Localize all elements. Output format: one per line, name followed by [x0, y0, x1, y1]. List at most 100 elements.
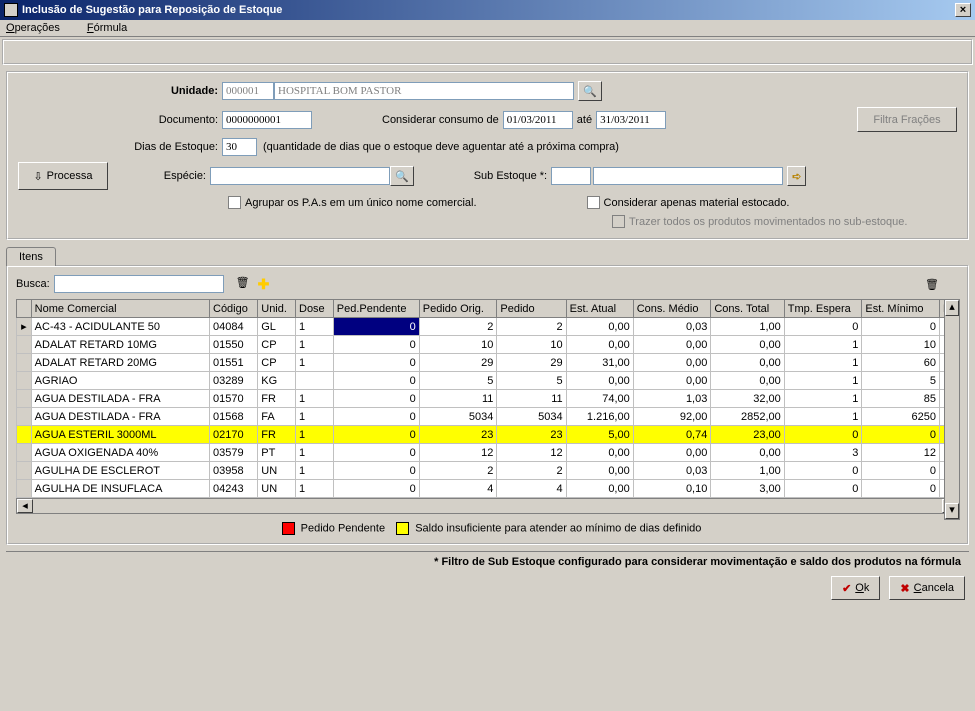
cell-pend[interactable]: 0	[333, 372, 419, 390]
col-est-minimo[interactable]: Est. Mínimo	[862, 300, 940, 318]
cell-ctot[interactable]: 0,00	[711, 336, 784, 354]
cell-nome[interactable]: AGUA OXIGENADA 40%	[31, 444, 209, 462]
cell-orig[interactable]: 29	[419, 354, 497, 372]
cell-atual[interactable]: 0,00	[566, 372, 633, 390]
cell-atual[interactable]: 5,00	[566, 426, 633, 444]
cell-emin[interactable]: 10	[862, 336, 940, 354]
processa-button[interactable]: ⇩ Processa	[18, 162, 108, 190]
cell-codigo[interactable]: 02170	[210, 426, 258, 444]
especie-lookup-button[interactable]: 🔍	[390, 166, 414, 186]
cell-atual[interactable]: 0,00	[566, 480, 633, 498]
cell-unid[interactable]: FR	[258, 426, 296, 444]
cell-unid[interactable]: UN	[258, 462, 296, 480]
cell-tesp[interactable]: 1	[784, 390, 862, 408]
col-pedido[interactable]: Pedido	[497, 300, 566, 318]
cell-tesp[interactable]: 0	[784, 480, 862, 498]
table-row[interactable]: ▸AC-43 - ACIDULANTE 5004084GL10220,000,0…	[17, 318, 959, 336]
menu-operacoes[interactable]: Operações	[6, 22, 72, 34]
cell-nome[interactable]: ADALAT RETARD 20MG	[31, 354, 209, 372]
cell-tesp[interactable]: 0	[784, 426, 862, 444]
unidade-lookup-button[interactable]: 🔍	[578, 81, 602, 101]
cell-tesp[interactable]: 1	[784, 408, 862, 426]
scroll-left-icon[interactable]: ◂	[17, 499, 33, 513]
cell-codigo[interactable]: 03289	[210, 372, 258, 390]
cell-atual[interactable]: 0,00	[566, 318, 633, 336]
cell-tesp[interactable]: 0	[784, 318, 862, 336]
cell-pend[interactable]: 0	[333, 318, 419, 336]
table-row[interactable]: AGUA DESTILADA - FRA01570FR10111174,001,…	[17, 390, 959, 408]
busca-input[interactable]	[54, 275, 224, 293]
cell-pend[interactable]: 0	[333, 480, 419, 498]
col-pedido-orig[interactable]: Pedido Orig.	[419, 300, 497, 318]
cell-emin[interactable]: 12	[862, 444, 940, 462]
col-dose[interactable]: Dose	[296, 300, 334, 318]
cell-pend[interactable]: 0	[333, 408, 419, 426]
cell-codigo[interactable]: 04243	[210, 480, 258, 498]
cell-emin[interactable]: 0	[862, 318, 940, 336]
cell-emin[interactable]: 0	[862, 480, 940, 498]
cell-orig[interactable]: 2	[419, 462, 497, 480]
cell-tesp[interactable]: 1	[784, 354, 862, 372]
cell-orig[interactable]: 12	[419, 444, 497, 462]
table-row[interactable]: ADALAT RETARD 10MG01550CP1010100,000,000…	[17, 336, 959, 354]
cell-ped[interactable]: 23	[497, 426, 566, 444]
consumo-ate-input[interactable]	[596, 111, 666, 129]
cell-orig[interactable]: 23	[419, 426, 497, 444]
cell-pend[interactable]: 0	[333, 444, 419, 462]
cell-dose[interactable]: 1	[296, 408, 334, 426]
cell-unid[interactable]: CP	[258, 354, 296, 372]
cell-pend[interactable]: 0	[333, 336, 419, 354]
cell-emin[interactable]: 85	[862, 390, 940, 408]
chk-estocado[interactable]	[587, 196, 600, 209]
cell-codigo[interactable]: 03958	[210, 462, 258, 480]
cell-unid[interactable]: UN	[258, 480, 296, 498]
cell-dose[interactable]: 1	[296, 390, 334, 408]
cell-ctot[interactable]: 0,00	[711, 372, 784, 390]
cell-tesp[interactable]: 0	[784, 462, 862, 480]
cell-atual[interactable]: 1.216,00	[566, 408, 633, 426]
dias-input[interactable]	[222, 138, 257, 156]
cell-dose[interactable]: 1	[296, 354, 334, 372]
cell-orig[interactable]: 11	[419, 390, 497, 408]
cell-pend[interactable]: 0	[333, 354, 419, 372]
cell-atual[interactable]: 31,00	[566, 354, 633, 372]
cell-ped[interactable]: 5034	[497, 408, 566, 426]
ok-button[interactable]: ✔ Ok	[831, 576, 880, 600]
tab-itens[interactable]: Itens	[6, 247, 56, 266]
cell-ped[interactable]: 11	[497, 390, 566, 408]
close-button[interactable]: ×	[955, 3, 971, 17]
cell-tesp[interactable]: 1	[784, 372, 862, 390]
cell-ctot[interactable]: 1,00	[711, 318, 784, 336]
col-unid[interactable]: Unid.	[258, 300, 296, 318]
cell-ped[interactable]: 2	[497, 462, 566, 480]
menu-formula[interactable]: Fórmula	[87, 22, 139, 34]
cell-cmed[interactable]: 1,03	[633, 390, 711, 408]
add-icon[interactable]: ✚	[258, 276, 270, 293]
cell-ped[interactable]: 5	[497, 372, 566, 390]
cell-cmed[interactable]: 0,00	[633, 372, 711, 390]
cell-emin[interactable]: 60	[862, 354, 940, 372]
chk-agrupar[interactable]	[228, 196, 241, 209]
cell-ctot[interactable]: 32,00	[711, 390, 784, 408]
cell-cmed[interactable]: 0,00	[633, 354, 711, 372]
col-est-atual[interactable]: Est. Atual	[566, 300, 633, 318]
scroll-down-icon[interactable]: ▾	[945, 503, 959, 519]
cell-atual[interactable]: 74,00	[566, 390, 633, 408]
cell-atual[interactable]: 0,00	[566, 462, 633, 480]
cell-codigo[interactable]: 01550	[210, 336, 258, 354]
cell-ctot[interactable]: 3,00	[711, 480, 784, 498]
table-row[interactable]: ADALAT RETARD 20MG01551CP10292931,000,00…	[17, 354, 959, 372]
col-tmp-espera[interactable]: Tmp. Espera	[784, 300, 862, 318]
cell-emin[interactable]: 0	[862, 426, 940, 444]
cell-atual[interactable]: 0,00	[566, 444, 633, 462]
cell-codigo[interactable]: 01568	[210, 408, 258, 426]
cell-ped[interactable]: 10	[497, 336, 566, 354]
especie-input[interactable]	[210, 167, 390, 185]
cell-emin[interactable]: 6250	[862, 408, 940, 426]
cell-cmed[interactable]: 0,00	[633, 336, 711, 354]
cell-cmed[interactable]: 0,03	[633, 318, 711, 336]
col-cons-total[interactable]: Cons. Total	[711, 300, 784, 318]
cell-dose[interactable]: 1	[296, 318, 334, 336]
cell-orig[interactable]: 5	[419, 372, 497, 390]
col-ped-pendente[interactable]: Ped.Pendente	[333, 300, 419, 318]
